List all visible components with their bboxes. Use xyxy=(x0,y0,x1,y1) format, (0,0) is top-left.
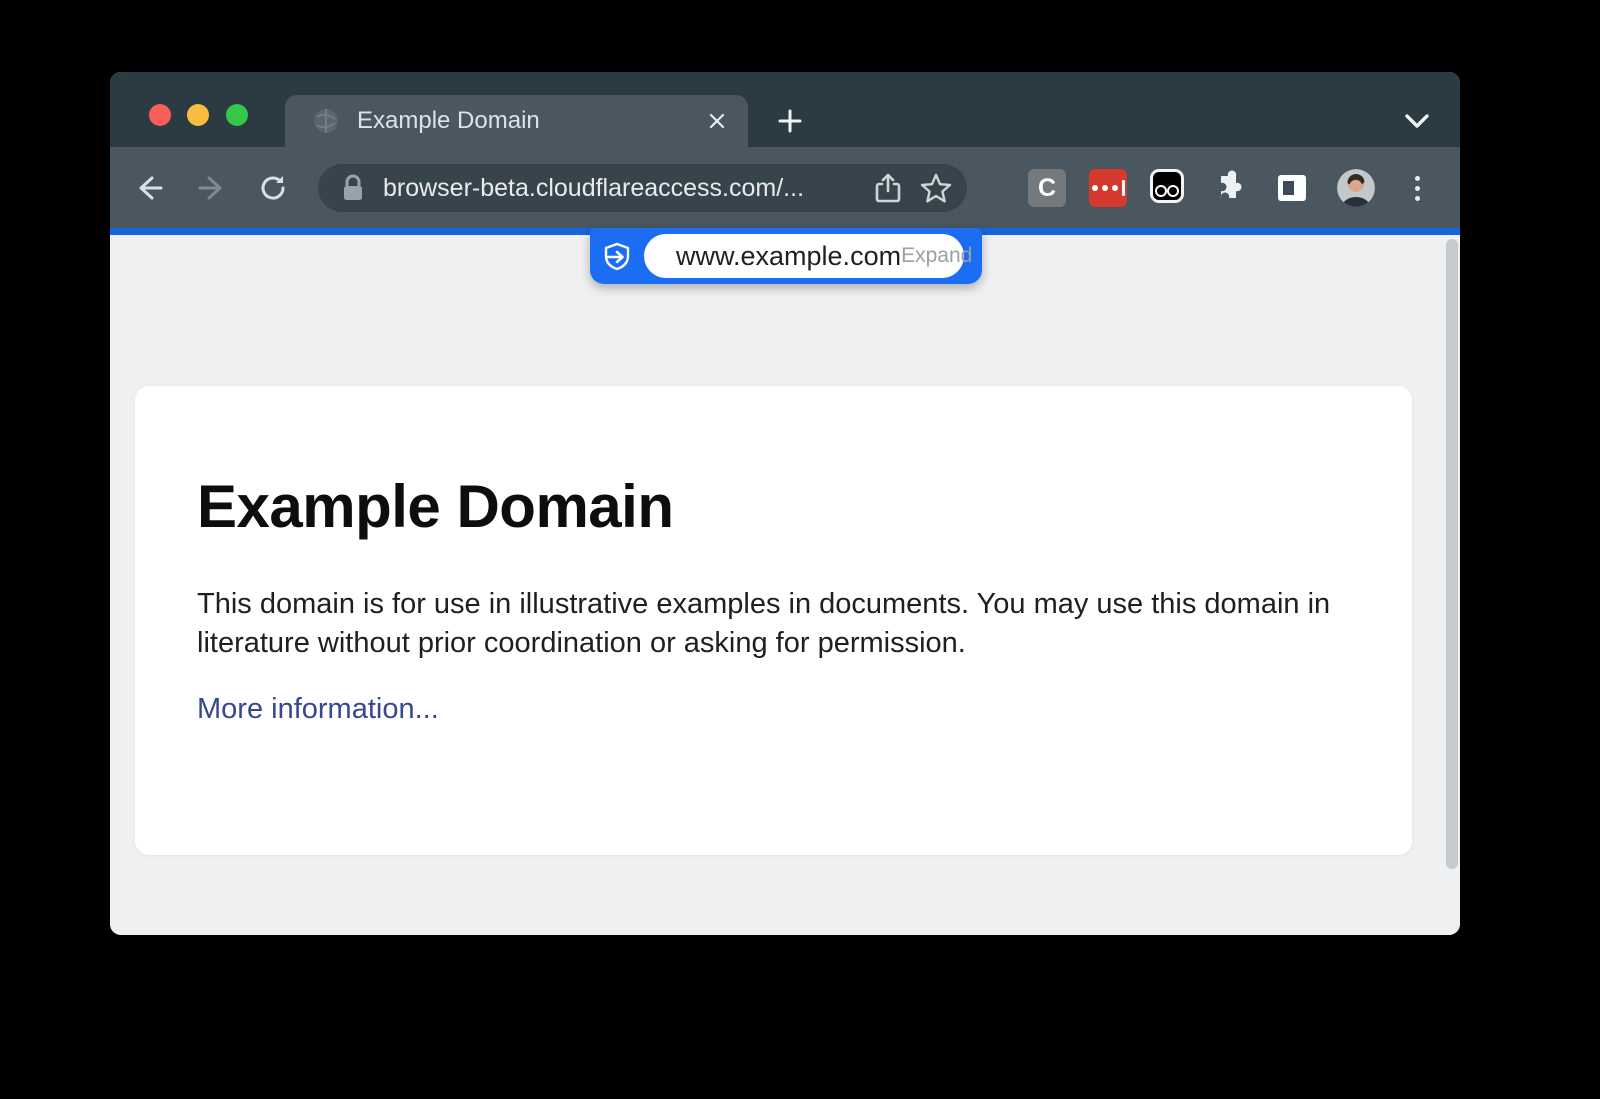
url-text[interactable]: browser-beta.cloudflareaccess.com/... xyxy=(383,174,871,203)
lock-icon[interactable] xyxy=(340,173,366,203)
forward-arrow-icon[interactable] xyxy=(195,172,227,204)
reload-icon[interactable] xyxy=(257,172,289,204)
new-tab-plus-icon[interactable] xyxy=(774,105,806,137)
expand-button[interactable]: Expand xyxy=(901,244,972,268)
content-card: Example Domain This domain is for use in… xyxy=(135,386,1412,855)
window-minimize-button[interactable] xyxy=(187,104,209,126)
profile-avatar[interactable] xyxy=(1337,169,1375,207)
side-panel-icon[interactable] xyxy=(1273,169,1311,207)
url-bar[interactable]: browser-beta.cloudflareaccess.com/... xyxy=(318,164,967,212)
window-zoom-button[interactable] xyxy=(226,104,248,126)
back-arrow-icon[interactable] xyxy=(134,172,166,204)
lastpass-dots-glyph xyxy=(1092,180,1125,196)
goggles-left-lens xyxy=(1155,185,1167,197)
tab-title: Example Domain xyxy=(357,107,702,135)
kebab-menu-icon[interactable] xyxy=(1404,171,1430,205)
bookmark-star-icon[interactable] xyxy=(919,171,953,205)
share-icon[interactable] xyxy=(871,171,905,205)
more-information-link[interactable]: More information... xyxy=(197,693,439,726)
window-close-button[interactable] xyxy=(149,104,171,126)
lastpass-extension-icon[interactable] xyxy=(1089,169,1127,207)
tab-search-chevron-icon[interactable] xyxy=(1401,107,1433,135)
page-viewport: www.example.com Expand Example Domain Th… xyxy=(110,235,1460,935)
browser-toolbar: browser-beta.cloudflareaccess.com/... C xyxy=(110,147,1460,228)
side-panel-glyph xyxy=(1278,175,1306,201)
browser-tab[interactable]: Example Domain xyxy=(285,95,748,147)
page-title: Example Domain xyxy=(197,472,1350,541)
c-extension-label: C xyxy=(1038,174,1056,203)
tab-strip: Example Domain xyxy=(110,72,1460,147)
goggles-right-lens xyxy=(1167,185,1179,197)
isolation-domain-pill[interactable]: www.example.com Expand xyxy=(590,228,982,284)
browser-window: Example Domain xyxy=(110,72,1460,935)
scrollbar-thumb[interactable] xyxy=(1446,239,1458,869)
globe-favicon-icon xyxy=(313,108,339,134)
isolation-domain-text: www.example.com xyxy=(676,241,901,272)
extensions-puzzle-icon[interactable] xyxy=(1213,169,1251,207)
page-paragraph: This domain is for use in illustrative e… xyxy=(197,585,1347,663)
tab-close-icon[interactable] xyxy=(702,106,732,136)
shield-arrow-icon xyxy=(601,241,633,273)
isolation-domain-field[interactable]: www.example.com Expand xyxy=(644,234,964,278)
c-extension-icon[interactable]: C xyxy=(1028,169,1066,207)
goggles-extension-icon[interactable] xyxy=(1150,169,1184,203)
